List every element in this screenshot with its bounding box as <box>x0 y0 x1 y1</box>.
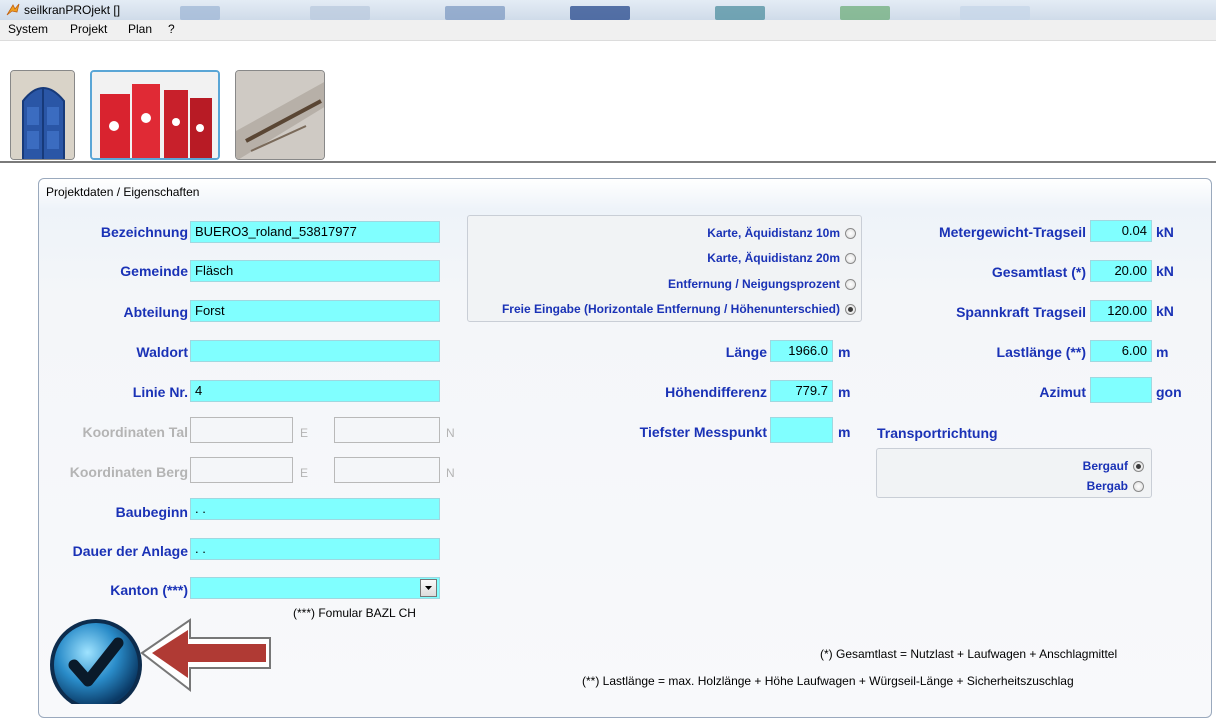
koordinaten-berg-e-input <box>190 457 293 483</box>
koordinaten-berg-n-input <box>334 457 440 483</box>
lastlaenge-unit: m <box>1156 344 1169 360</box>
door-icon <box>11 71 74 159</box>
linie-input[interactable]: 4 <box>190 380 440 402</box>
spannkraft-unit: kN <box>1156 303 1174 319</box>
menu-system[interactable]: System <box>8 22 48 36</box>
kanton-footnote: (***) Fomular BAZL CH <box>293 606 416 620</box>
laenge-label: Länge <box>725 344 767 360</box>
bergab-radio[interactable] <box>1133 481 1144 492</box>
mode-entfernung-label: Entfernung / Neigungsprozent <box>668 277 840 291</box>
dauer-input[interactable]: . . <box>190 538 440 560</box>
koordinaten-tal-label: Koordinaten Tal <box>82 424 188 440</box>
title-bar: seilkranPROjekt [] <box>0 0 1216 20</box>
titlebar-decoration <box>180 6 220 20</box>
pointer-arrow-icon <box>140 618 271 693</box>
koordinaten-tal-e-input <box>190 417 293 443</box>
menu-help[interactable]: ? <box>168 22 175 36</box>
binders-icon <box>92 72 218 158</box>
baubeginn-input[interactable]: . . <box>190 498 440 520</box>
kanton-select[interactable] <box>190 577 440 599</box>
mode-karte-20m-label: Karte, Äquidistanz 20m <box>707 251 840 265</box>
koordinaten-berg-n-unit: N <box>446 466 455 480</box>
bezeichnung-label: Bezeichnung <box>100 224 188 240</box>
abteilung-input[interactable]: Forst <box>190 300 440 322</box>
waldort-label: Waldort <box>136 344 188 360</box>
koordinaten-tal-n-unit: N <box>446 426 455 440</box>
gesamtlast-input[interactable]: 20.00 <box>1090 260 1152 282</box>
mode-karte-10m-label: Karte, Äquidistanz 10m <box>707 226 840 240</box>
titlebar-decoration <box>840 6 890 20</box>
hoehendifferenz-unit: m <box>838 384 851 400</box>
koordinaten-berg-label: Koordinaten Berg <box>69 464 188 480</box>
mode-karte-10m-radio[interactable] <box>845 228 856 239</box>
panel-title: Projektdaten / Eigenschaften <box>46 185 200 199</box>
azimut-input[interactable] <box>1090 377 1152 403</box>
messpunkt-input[interactable] <box>770 417 833 443</box>
menu-projekt[interactable]: Projekt <box>70 22 107 36</box>
metergewicht-label: Metergewicht-Tragseil <box>938 224 1086 240</box>
lastlaenge-label: Lastlänge (**) <box>996 344 1086 360</box>
titlebar-decoration <box>445 6 505 20</box>
linie-label: Linie Nr. <box>132 384 188 400</box>
spannkraft-input[interactable]: 120.00 <box>1090 300 1152 322</box>
koordinaten-berg-e-unit: E <box>300 466 309 480</box>
metergewicht-input[interactable]: 0.04 <box>1090 220 1152 242</box>
koordinaten-tal-n-input <box>334 417 440 443</box>
bergauf-label: Bergauf <box>1082 459 1128 473</box>
mode-freie-eingabe-label: Freie Eingabe (Horizontale Entfernung / … <box>501 302 840 316</box>
lastlaenge-input[interactable]: 6.00 <box>1090 340 1152 362</box>
gesamtlast-unit: kN <box>1156 263 1174 279</box>
bezeichnung-input[interactable]: BUERO3_roland_53817977 <box>190 221 440 243</box>
gemeinde-label: Gemeinde <box>120 263 188 279</box>
mode-freie-eingabe-radio[interactable] <box>845 304 856 315</box>
titlebar-decoration <box>310 6 370 20</box>
titlebar-decoration <box>570 6 630 20</box>
kanton-dropdown-button[interactable] <box>420 579 437 597</box>
abteilung-label: Abteilung <box>123 304 188 320</box>
gesamtlast-label: Gesamtlast (*) <box>991 264 1086 280</box>
messpunkt-unit: m <box>838 424 851 440</box>
transportrichtung-label: Transportrichtung <box>877 425 998 441</box>
kanton-label: Kanton (***) <box>110 582 188 598</box>
hoehendifferenz-input[interactable]: 779.7 <box>770 380 833 402</box>
waldort-input[interactable] <box>190 340 440 362</box>
hoehendifferenz-label: Höhendifferenz <box>665 384 767 400</box>
dauer-label: Dauer der Anlage <box>72 543 188 559</box>
window-title: seilkranPROjekt [] <box>24 3 121 17</box>
mode-entfernung-radio[interactable] <box>845 279 856 290</box>
bergab-label: Bergab <box>1086 479 1128 493</box>
laenge-input[interactable]: 1966.0 <box>770 340 833 362</box>
gemeinde-input[interactable]: Fläsch <box>190 260 440 282</box>
koordinaten-tal-e-unit: E <box>300 426 309 440</box>
metergewicht-unit: kN <box>1156 224 1174 240</box>
bergauf-radio[interactable] <box>1133 461 1144 472</box>
menu-bar <box>0 20 1216 41</box>
gesamtlast-footnote: (*) Gesamtlast = Nutzlast + Laufwagen + … <box>820 647 1118 661</box>
drafting-tool-button[interactable] <box>235 70 325 160</box>
messpunkt-label: Tiefster Messpunkt <box>639 424 767 440</box>
azimut-unit: gon <box>1156 384 1182 400</box>
baubeginn-label: Baubeginn <box>115 504 188 520</box>
folders-tool-button[interactable] <box>90 70 220 160</box>
mode-karte-20m-radio[interactable] <box>845 253 856 264</box>
menu-plan[interactable]: Plan <box>128 22 152 36</box>
app-icon <box>6 3 20 16</box>
spannkraft-label: Spannkraft Tragseil <box>956 304 1086 320</box>
titlebar-decoration <box>960 6 1030 20</box>
laenge-unit: m <box>838 344 851 360</box>
door-tool-button[interactable] <box>10 70 75 160</box>
titlebar-decoration <box>715 6 765 20</box>
azimut-label: Azimut <box>1039 384 1086 400</box>
drafting-pen-icon <box>236 71 324 159</box>
lastlaenge-footnote: (**) Lastlänge = max. Holzlänge + Höhe L… <box>582 674 1074 688</box>
chevron-down-icon <box>425 586 432 590</box>
